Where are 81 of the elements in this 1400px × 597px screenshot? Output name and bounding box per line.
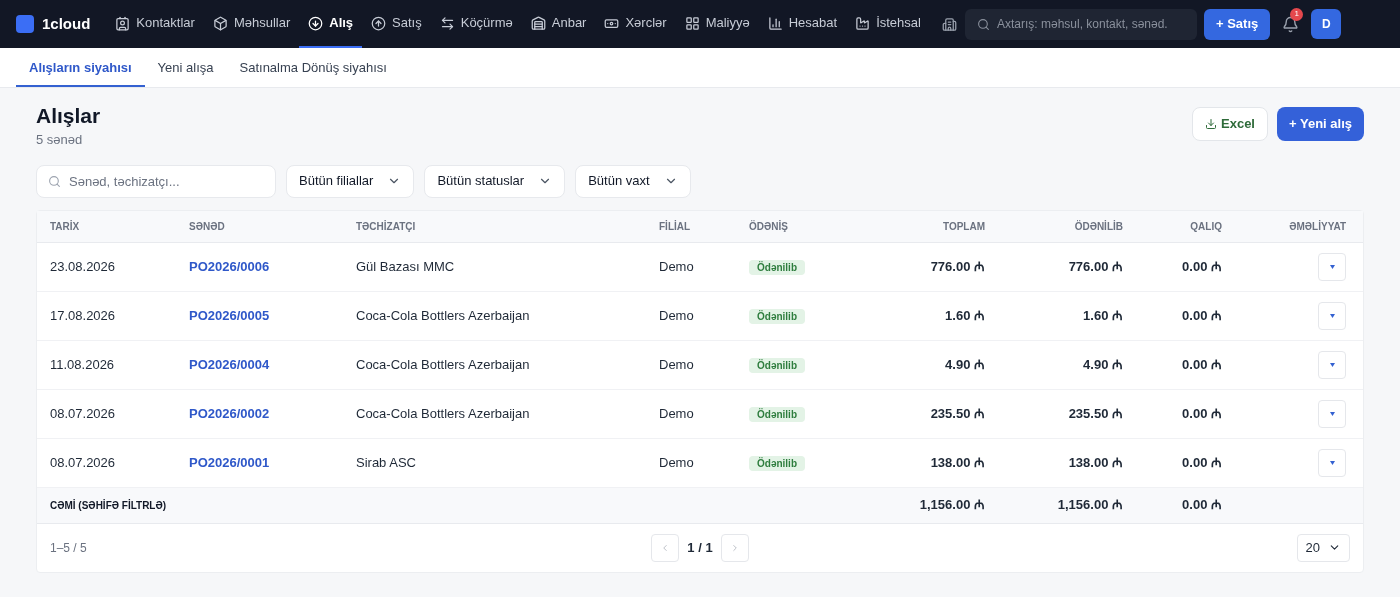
- nav-item[interactable]: İstehsal: [846, 0, 930, 48]
- table-cell-text: 08.07.2026: [50, 453, 117, 472]
- search-field[interactable]: Axtarış: məhsul, kontakt, sənəd.: [964, 8, 1197, 40]
- column-header: ƏMƏLİYYAT: [1288, 219, 1346, 234]
- status-badge: Ödənilib: [749, 357, 805, 373]
- nav-item[interactable]: Xərclər: [595, 0, 676, 48]
- table-cell-text: Demo: [659, 306, 695, 325]
- document-link[interactable]: PO2026/0005: [189, 305, 356, 326]
- document-link[interactable]: PO2026/0002: [189, 403, 356, 424]
- table-cell-text: 1.60 ₼: [1082, 306, 1123, 325]
- table-cell-text: 1.60 ₼: [944, 306, 985, 325]
- column-header: ÖDƏNİLİB: [1073, 219, 1123, 234]
- status-badge: Ödənilib: [749, 455, 805, 471]
- notification-badge: 1: [1290, 7, 1304, 21]
- nav-item[interactable]: Anbar: [521, 0, 596, 48]
- table-cell-text: 11.08.2026: [50, 355, 116, 374]
- nav-item[interactable]: Maliyyə: [675, 0, 759, 48]
- table-cell-text: 17.08.2026: [50, 306, 117, 325]
- column-header: TƏCHİZATÇI: [356, 219, 417, 234]
- subtab[interactable]: Yeni alışa: [144, 51, 227, 87]
- table-cell-text: Demo: [659, 453, 695, 472]
- status-badge: Ödənilib: [749, 406, 805, 422]
- filter-dropdown[interactable]: Bütün statuslar: [424, 164, 566, 198]
- status-badge: Ödənilib: [749, 259, 805, 275]
- table-cell-text: 138.00 ₼: [929, 453, 985, 472]
- column-header: TARİX: [50, 219, 81, 234]
- new-sale-button[interactable]: + Satış: [1203, 8, 1271, 40]
- page-size-dropdown[interactable]: 20: [1296, 533, 1350, 562]
- filter-dropdown[interactable]: Bütün filiallar: [286, 164, 415, 198]
- table-cell-text: 138.00 ₼: [1067, 453, 1123, 472]
- page-title: Alışlar: [36, 104, 101, 128]
- table-cell-text: 1,156.00 ₼: [1056, 496, 1123, 515]
- column-header: ÖDƏNİŞ: [749, 219, 789, 234]
- table-cell-text: Demo: [659, 404, 695, 423]
- table-cell-text: 0.00 ₼: [1181, 257, 1222, 276]
- subtab[interactable]: Satınalma Dönüş siyahısı: [226, 51, 400, 87]
- table-cell-text: Demo: [659, 257, 695, 276]
- table-cell-text: 776.00 ₼: [929, 257, 985, 276]
- table-cell-text: Sirab ASC: [356, 453, 417, 472]
- table-cell-text: 235.50 ₼: [929, 404, 985, 423]
- table-cell-text: 1,156.00 ₼: [918, 496, 985, 515]
- table-cell-text: Coca-Cola Bottlers Azerbaijan: [356, 306, 531, 325]
- subtab[interactable]: Alışların siyahısı: [16, 51, 145, 87]
- table-cell-text: 235.50 ₼: [1067, 404, 1123, 423]
- nav-item[interactable]: Satış: [362, 0, 431, 48]
- column-header: FİLİAL: [659, 219, 692, 234]
- table-cell-text: Coca-Cola Bottlers Azerbaijan: [356, 404, 531, 423]
- row-range: 1–5 / 5: [50, 539, 88, 557]
- table-cell-text: 23.08.2026: [50, 257, 117, 276]
- table-cell-text: 4.90 ₼: [1082, 355, 1123, 374]
- table-cell-text: 0.00 ₼: [1181, 404, 1222, 423]
- table-cell-text: 0.00 ₼: [1181, 496, 1222, 515]
- document-link[interactable]: PO2026/0006: [189, 256, 356, 277]
- table-cell-text: 08.07.2026: [50, 404, 117, 423]
- filter-dropdown[interactable]: Bütün vaxt: [575, 164, 691, 198]
- nav-item[interactable]: Məhsullar: [203, 0, 300, 48]
- table-cell-text: Coca-Cola Bottlers Azerbaijan: [356, 355, 531, 374]
- column-header: TOPLAM: [941, 219, 985, 234]
- table-cell-text: 4.90 ₼: [944, 355, 985, 374]
- table-cell-text: 0.00 ₼: [1181, 355, 1222, 374]
- page-indicator: 1 / 1: [687, 538, 713, 557]
- user-avatar[interactable]: D: [1311, 9, 1342, 39]
- table-cell-text: Demo: [659, 355, 695, 374]
- table-cell-text: 0.00 ₼: [1181, 453, 1222, 472]
- document-count: 5 sənəd: [36, 131, 84, 149]
- status-badge: Ödənilib: [749, 308, 805, 324]
- app-logo[interactable]: 1cloud: [42, 12, 91, 36]
- document-link[interactable]: PO2026/0001: [189, 452, 356, 473]
- totals-label: CƏMİ (SƏHİFƏ FİLTRLƏ): [50, 498, 168, 513]
- table-search-field[interactable]: Sənəd, təchizatçı...: [36, 164, 276, 198]
- nav-item[interactable]: Köçürmə: [430, 0, 522, 48]
- column-header: QALIQ: [1189, 219, 1222, 234]
- excel-button[interactable]: Excel: [1192, 107, 1268, 141]
- document-link[interactable]: PO2026/0004: [189, 354, 356, 375]
- new-purchase-button[interactable]: + Yeni alış: [1277, 107, 1364, 141]
- table-cell-text: 776.00 ₼: [1067, 257, 1123, 276]
- nav-item[interactable]: Kontaktlar: [106, 0, 204, 48]
- table-cell-text: Gül Bazası MMC: [356, 257, 456, 276]
- nav-item[interactable]: Hesabat: [758, 0, 847, 48]
- column-header: SƏNƏD: [189, 219, 226, 234]
- table-cell-text: 0.00 ₼: [1181, 306, 1222, 325]
